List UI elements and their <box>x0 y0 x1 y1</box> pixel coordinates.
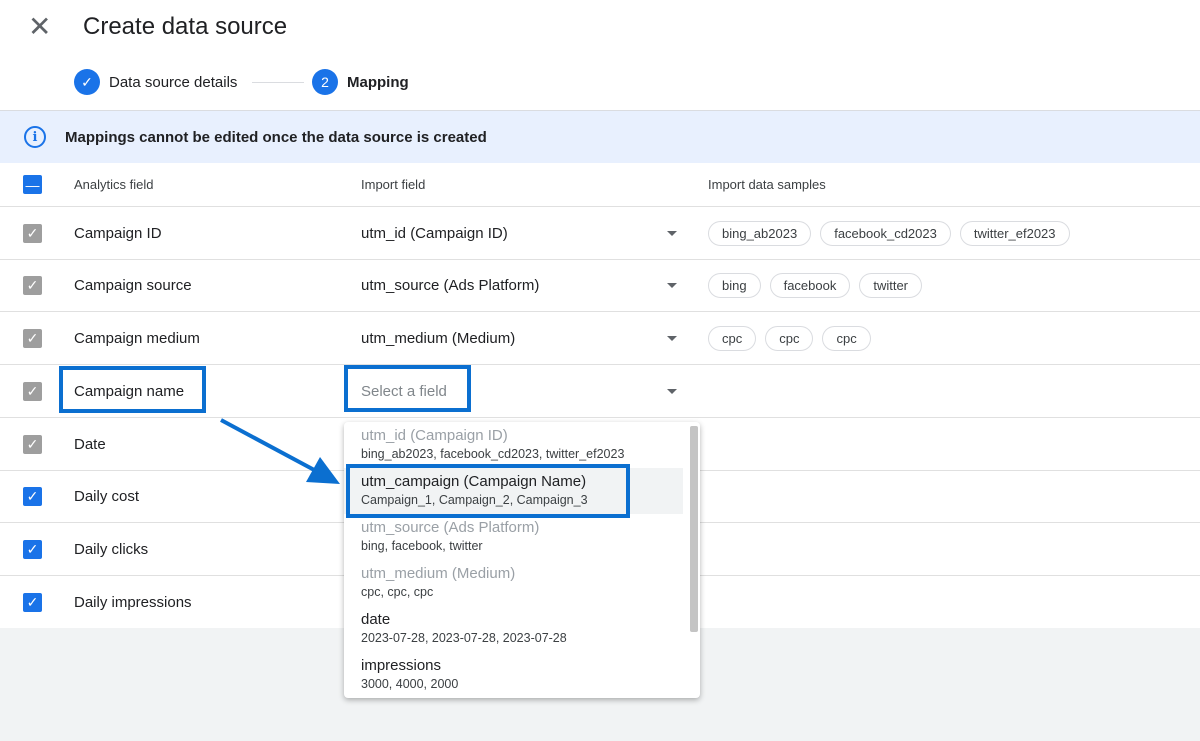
arrow-icon <box>220 418 340 484</box>
